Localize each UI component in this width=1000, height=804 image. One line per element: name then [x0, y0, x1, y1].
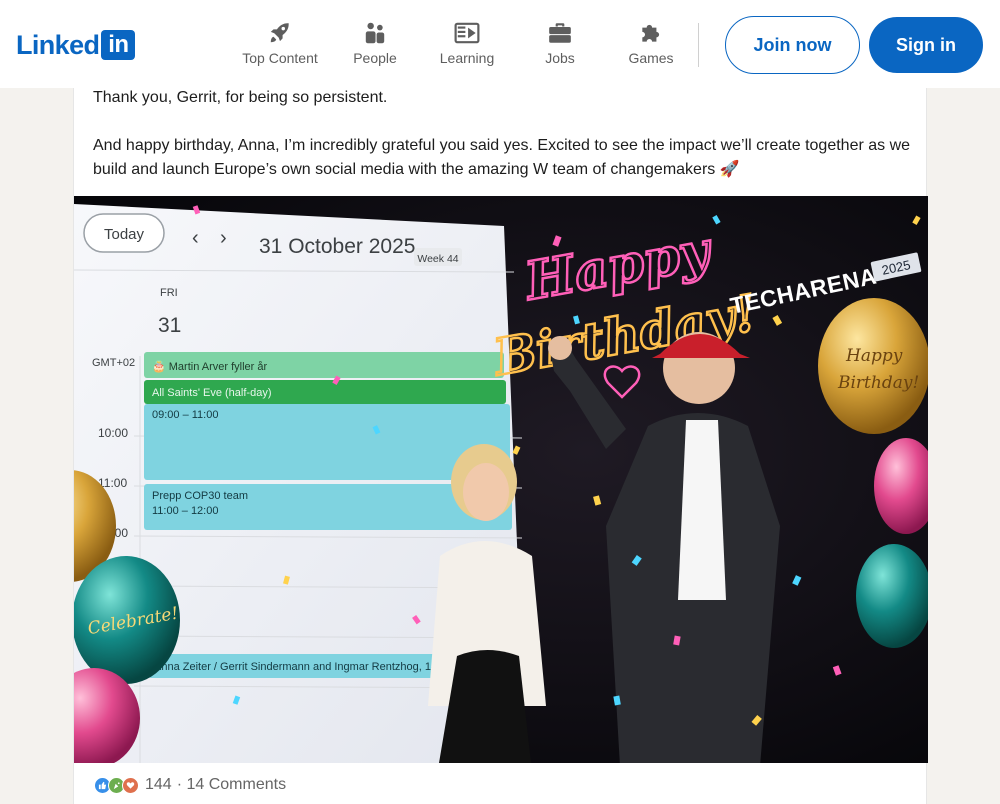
- reactions-count[interactable]: 144: [145, 776, 172, 794]
- nav-label-people: People: [353, 50, 397, 66]
- nav-divider: [698, 23, 699, 67]
- calendar-day-name: FRI: [160, 287, 178, 299]
- rocket-icon: [270, 23, 289, 43]
- puzzle-icon: [642, 24, 660, 42]
- balloon-right-text-1: Happy: [845, 346, 903, 366]
- join-now-button[interactable]: Join now: [725, 16, 860, 74]
- briefcase-icon: [549, 23, 571, 43]
- sign-in-button[interactable]: Sign in: [869, 17, 983, 73]
- nav-top-content[interactable]: Top Content: [240, 20, 320, 70]
- nav-label-games: Games: [628, 50, 674, 66]
- nav-label-learning: Learning: [439, 50, 495, 66]
- nav-games[interactable]: Games: [626, 20, 676, 70]
- calendar-event-prepp-time: 11:00 – 12:00: [152, 505, 218, 517]
- nav-people[interactable]: People: [350, 20, 400, 70]
- social-counts[interactable]: 144 · 14 Comments: [94, 774, 286, 796]
- calendar-time-10: 10:00: [98, 426, 128, 440]
- calendar-week-badge: Week 44: [417, 253, 458, 265]
- calendar-date-title: 31 October 2025: [259, 235, 415, 258]
- calendar-next-arrow: ›: [220, 227, 227, 249]
- love-reaction-icon: [122, 776, 139, 794]
- calendar-day-number: 31: [158, 314, 181, 337]
- logo-in-box: in: [101, 30, 136, 60]
- calendar-event-birthday: 🎂 Martin Arver fyller år: [152, 359, 267, 373]
- post-card: Thank you, Gerrit, for being so persiste…: [73, 88, 928, 804]
- people-icon: [365, 22, 385, 44]
- logo-wordmark: Linked: [16, 29, 100, 60]
- calendar-prev-arrow: ‹: [192, 227, 199, 249]
- balloon-right-text-2: Birthday!: [837, 373, 919, 393]
- nav-label-top-content: Top Content: [242, 50, 318, 66]
- nav-label-jobs: Jobs: [545, 50, 575, 66]
- post-text-paragraph-2: And happy birthday, Anna, I’m incredibly…: [93, 137, 911, 178]
- learning-icon: [454, 22, 480, 44]
- comments-count[interactable]: · 14 Comments: [177, 776, 286, 794]
- calendar-event-meeting: Anna Zeiter / Gerrit Sindermann and Ingm…: [154, 661, 452, 673]
- post-image[interactable]: Today ‹ › 31 October 2025 Week 44 FRI 31…: [74, 196, 928, 763]
- linkedin-logo[interactable]: Linked in: [16, 29, 136, 61]
- calendar-event-prepp: Prepp COP30 team: [152, 490, 248, 502]
- calendar-timezone: GMT+02: [92, 357, 135, 369]
- calendar-event-morning: 09:00 – 11:00: [152, 409, 218, 421]
- calendar-today-button: Today: [104, 226, 145, 243]
- top-nav-bar: Linked in Top Content People Learning Jo…: [0, 0, 1000, 88]
- post-image-illustration: Today ‹ › 31 October 2025 Week 44 FRI 31…: [74, 196, 928, 763]
- nav-learning[interactable]: Learning: [437, 20, 497, 70]
- nav-jobs[interactable]: Jobs: [539, 20, 581, 70]
- calendar-event-all-saints: All Saints' Eve (half-day): [152, 387, 271, 399]
- post-text-paragraph-1: Thank you, Gerrit, for being so persiste…: [93, 89, 388, 106]
- reaction-icons: [94, 776, 139, 794]
